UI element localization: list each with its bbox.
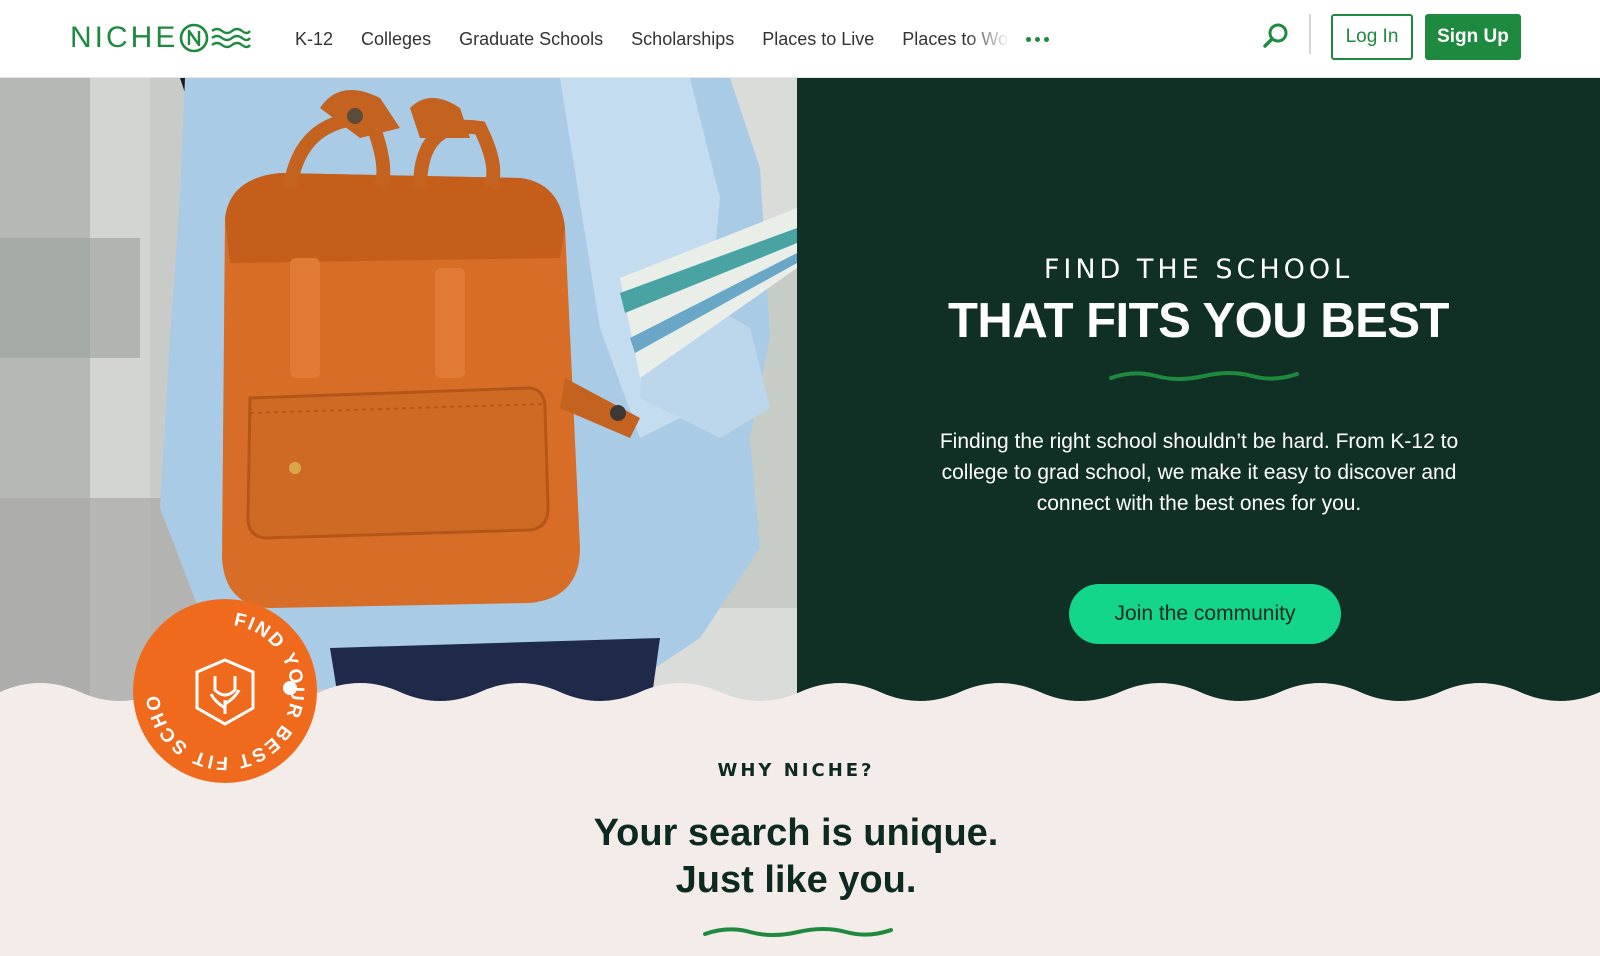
hero-panel: FIND THE SCHOOL THAT FITS YOU BEST Findi… (797, 78, 1600, 710)
badge-emblem-icon: FIND YOUR BEST FIT SCHOOL (124, 582, 317, 783)
nav-item-graduate-schools[interactable]: Graduate Schools (459, 29, 603, 50)
why-title-line-2: Just like you. (675, 859, 917, 901)
logo-wordmark: NICHE (70, 21, 179, 54)
why-title-line-1: Your search is unique. (593, 812, 999, 854)
niche-logo[interactable]: NICHE (70, 20, 252, 56)
squiggle-divider-icon (1109, 371, 1299, 381)
hero-title: THAT FITS YOU BEST (948, 294, 1449, 348)
nav-item-places-to-live[interactable]: Places to Live (762, 29, 874, 50)
hero-description: Finding the right school shouldn’t be ha… (939, 430, 1459, 515)
join-community-button[interactable]: Join the community (1069, 584, 1341, 644)
search-button[interactable] (1262, 22, 1290, 50)
login-button[interactable]: Log In (1331, 14, 1413, 60)
nav-item-scholarships[interactable]: Scholarships (631, 29, 734, 50)
why-niche-title: Your search is unique. Just like you. (0, 810, 1592, 904)
hero-kicker: FIND THE SCHOOL (1043, 254, 1354, 285)
header-divider (1309, 14, 1311, 54)
nav-item-k12[interactable]: K-12 (295, 29, 333, 50)
more-nav-ellipsis-icon[interactable] (1022, 26, 1053, 52)
nav-item-colleges[interactable]: Colleges (361, 29, 431, 50)
squiggle-divider-icon (703, 927, 893, 937)
signup-button[interactable]: Sign Up (1425, 14, 1521, 60)
student-backpack-illustration (0, 78, 797, 710)
nav-item-places-to-work[interactable]: Places to Work (902, 29, 1010, 50)
hero-photo-student-backpack (0, 78, 797, 710)
main-nav: K-12 Colleges Graduate Schools Scholarsh… (295, 26, 1053, 52)
best-fit-school-badge: FIND YOUR BEST FIT SCHOOL (124, 582, 318, 784)
search-icon (1263, 23, 1288, 48)
logo-n-emblem-icon (180, 23, 252, 53)
site-header: NICHE K-12 Colleges Graduate Schools Sch… (0, 0, 1600, 78)
